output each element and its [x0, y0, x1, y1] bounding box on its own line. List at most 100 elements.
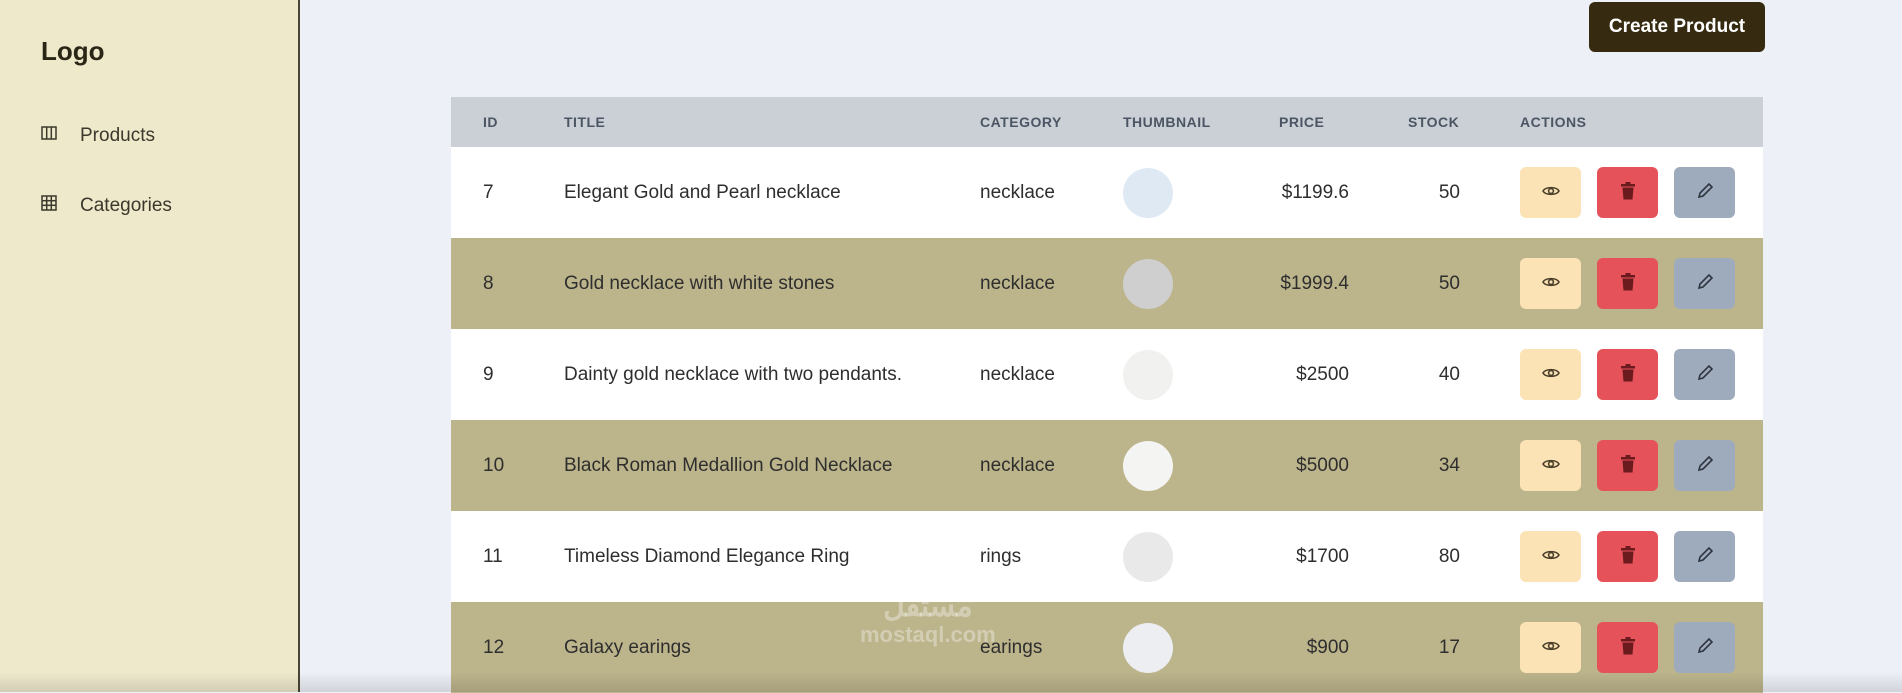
cell-category: rings [980, 545, 1022, 567]
cell-price: $1999.4 [1280, 272, 1349, 294]
create-product-button[interactable]: Create Product [1589, 2, 1765, 52]
table-row: 11 Timeless Diamond Elegance Ring rings … [451, 511, 1763, 602]
pencil-icon [1696, 455, 1714, 476]
view-button[interactable] [1520, 258, 1581, 309]
delete-button[interactable] [1597, 531, 1658, 582]
table-header: ID TITLE CATEGORY THUMBNAIL PRICE STOCK … [451, 97, 1763, 147]
trash-icon [1620, 546, 1636, 567]
cell-stock: 50 [1438, 181, 1460, 203]
edit-button[interactable] [1674, 349, 1735, 400]
cell-category: necklace [980, 454, 1055, 476]
logo: Logo [41, 36, 105, 66]
eye-icon [1541, 275, 1560, 292]
cell-price: $900 [1306, 636, 1349, 658]
cell-id: 8 [483, 272, 494, 294]
eye-icon [1541, 184, 1560, 201]
delete-button[interactable] [1597, 622, 1658, 673]
eye-icon [1541, 457, 1560, 474]
header-title: TITLE [564, 114, 606, 130]
sidebar: Logo Products Categories [0, 0, 300, 692]
trash-icon [1620, 364, 1636, 385]
cell-price: $5000 [1296, 454, 1349, 476]
products-table: ID TITLE CATEGORY THUMBNAIL PRICE STOCK … [451, 97, 1763, 693]
table-row: 9 Dainty gold necklace with two pendants… [451, 329, 1763, 420]
cell-stock: 50 [1438, 272, 1460, 294]
row-actions [1520, 440, 1735, 491]
eye-icon [1541, 366, 1560, 383]
cell-title: Timeless Diamond Elegance Ring [564, 545, 850, 567]
table-row: 7 Elegant Gold and Pearl necklace neckla… [451, 147, 1763, 238]
view-button[interactable] [1520, 167, 1581, 218]
sidebar-item-label: Products [80, 125, 155, 146]
pencil-icon [1696, 182, 1714, 203]
product-thumbnail [1123, 531, 1173, 582]
view-button[interactable] [1520, 349, 1581, 400]
cell-title: Galaxy earings [564, 636, 691, 658]
sidebar-item-products[interactable]: Products [40, 124, 155, 148]
header-category: CATEGORY [980, 114, 1062, 130]
view-button[interactable] [1520, 622, 1581, 673]
cell-title: Dainty gold necklace with two pendants. [564, 363, 902, 385]
cell-id: 9 [483, 363, 494, 385]
sidebar-item-label: Categories [80, 195, 172, 216]
edit-button[interactable] [1674, 622, 1735, 673]
cell-stock: 40 [1438, 363, 1460, 385]
trash-icon [1620, 455, 1636, 476]
cell-stock: 34 [1438, 454, 1460, 476]
cell-id: 12 [483, 636, 505, 658]
cell-id: 11 [483, 545, 503, 567]
product-thumbnail [1123, 167, 1173, 218]
cell-title: Gold necklace with white stones [564, 272, 835, 294]
row-actions [1520, 167, 1735, 218]
header-thumbnail: THUMBNAIL [1123, 114, 1211, 130]
watermark: مستقل mostaql.com [860, 590, 996, 647]
header-stock: STOCK [1408, 114, 1460, 130]
cell-stock: 17 [1438, 636, 1460, 658]
delete-button[interactable] [1597, 440, 1658, 491]
eye-icon [1541, 548, 1560, 565]
product-thumbnail [1123, 622, 1173, 673]
bottom-shade [0, 672, 1902, 692]
delete-button[interactable] [1597, 167, 1658, 218]
header-id: ID [483, 114, 498, 130]
trash-icon [1620, 182, 1636, 203]
cell-id: 7 [483, 181, 494, 203]
header-price: PRICE [1279, 114, 1325, 130]
row-actions [1520, 258, 1735, 309]
pencil-icon [1696, 637, 1714, 658]
product-thumbnail [1123, 440, 1173, 491]
delete-button[interactable] [1597, 349, 1658, 400]
cell-price: $1199.6 [1281, 181, 1349, 203]
trash-icon [1620, 273, 1636, 294]
delete-button[interactable] [1597, 258, 1658, 309]
row-actions [1520, 531, 1735, 582]
table-icon [40, 194, 58, 218]
cell-category: necklace [980, 272, 1055, 294]
cell-stock: 80 [1438, 545, 1460, 567]
columns-icon [40, 124, 58, 148]
cell-category: necklace [980, 181, 1055, 203]
edit-button[interactable] [1674, 167, 1735, 218]
pencil-icon [1696, 273, 1714, 294]
view-button[interactable] [1520, 440, 1581, 491]
pencil-icon [1696, 546, 1714, 567]
edit-button[interactable] [1674, 258, 1735, 309]
table-row: 10 Black Roman Medallion Gold Necklace n… [451, 420, 1763, 511]
eye-icon [1541, 639, 1560, 656]
cell-category: necklace [980, 363, 1055, 385]
view-button[interactable] [1520, 531, 1581, 582]
product-thumbnail [1123, 349, 1173, 400]
edit-button[interactable] [1674, 531, 1735, 582]
row-actions [1520, 622, 1735, 673]
sidebar-item-categories[interactable]: Categories [40, 194, 172, 218]
cell-price: $2500 [1296, 363, 1349, 385]
cell-title: Black Roman Medallion Gold Necklace [564, 454, 893, 476]
cell-title: Elegant Gold and Pearl necklace [564, 181, 841, 203]
edit-button[interactable] [1674, 440, 1735, 491]
table-row: 8 Gold necklace with white stones neckla… [451, 238, 1763, 329]
product-thumbnail [1123, 258, 1173, 309]
trash-icon [1620, 637, 1636, 658]
cell-price: $1700 [1296, 545, 1349, 567]
row-actions [1520, 349, 1735, 400]
header-actions: ACTIONS [1520, 114, 1587, 130]
